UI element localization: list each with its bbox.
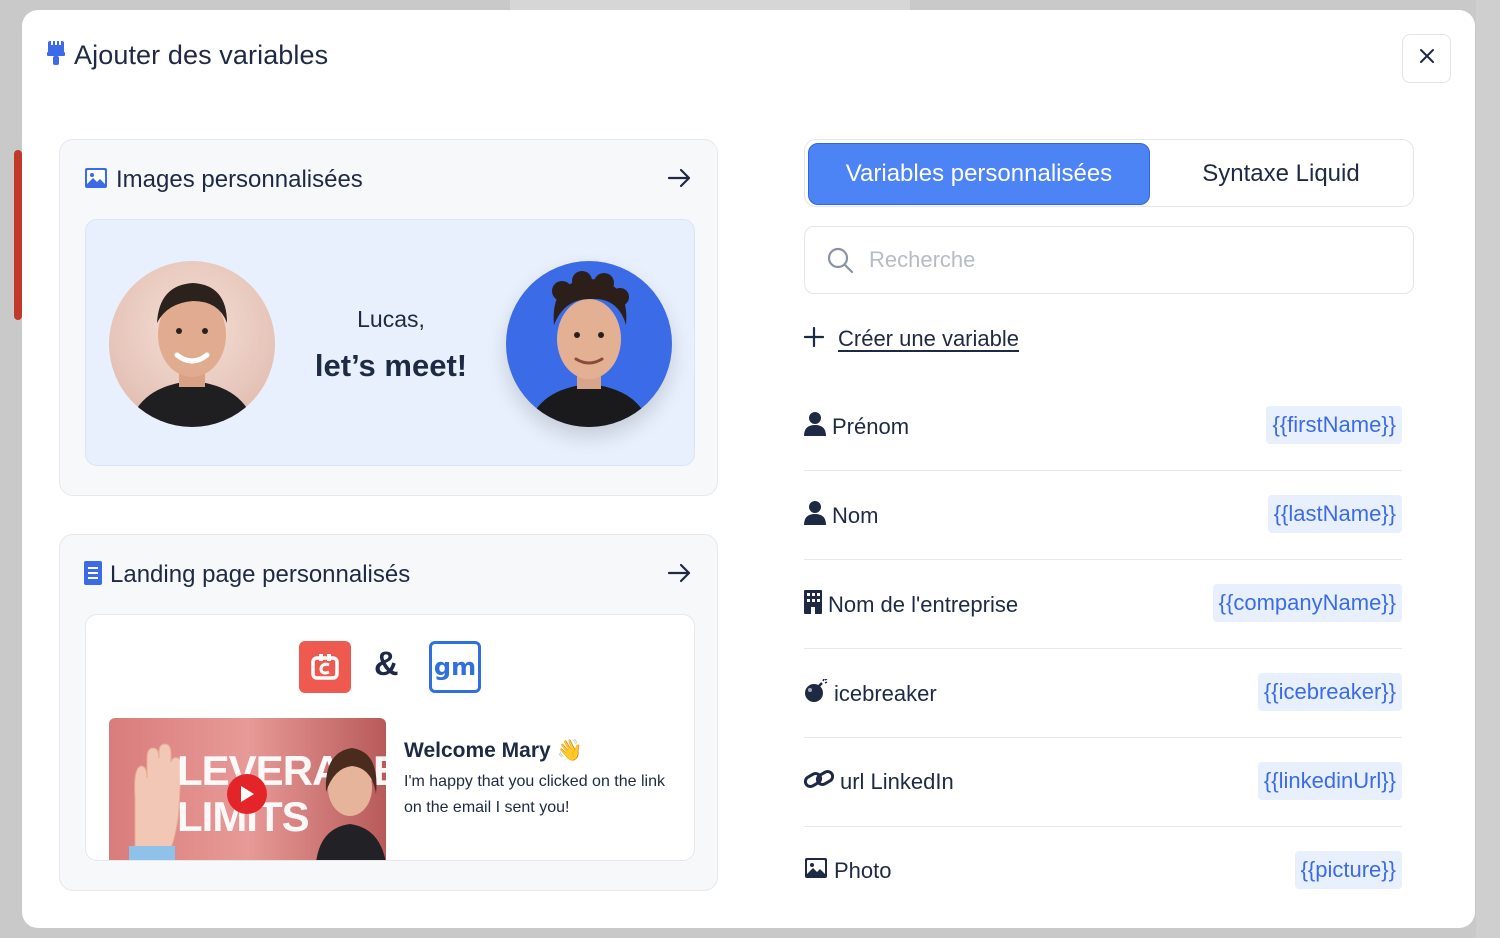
variable-info: Photo [804,857,892,884]
image-icon [84,167,108,194]
variable-tag[interactable]: {{linkedinUrl}} [1257,762,1402,800]
close-button[interactable] [1402,34,1451,83]
ampersand: & [374,645,399,683]
variable-label: Prénom [832,413,910,439]
variable-tag[interactable]: {{companyName}} [1212,584,1402,622]
variable-tabs: Variables personnalisées Syntaxe Liquid [804,139,1414,207]
variable-label: Nom [832,502,879,528]
card-title: Landing page personnalisés [110,561,411,588]
search-box [804,226,1414,294]
custom-landing-card[interactable]: Landing page personnalisés & gm LEVERAGE… [59,534,718,891]
document-icon [84,560,102,590]
variables-list: Prénom {{firstName}} Nom {{lastName}} No… [803,382,1402,916]
modal-header: Ajouter des variables [46,40,328,71]
add-variables-modal: Ajouter des variables Images personnalis… [22,10,1475,928]
background-accent [14,150,22,320]
search-icon [827,247,855,280]
arrow-right-icon[interactable] [667,166,693,195]
card-title: Images personnalisées [116,166,363,193]
variable-label: Nom de l'entreprise [828,591,1019,617]
play-icon[interactable] [227,774,267,814]
landing-preview: & gm LEVERAGE LIMITS Welcome Mary 👋 I'm … [85,614,695,861]
link-icon [803,768,835,795]
brand-logo [299,641,351,693]
video-thumbnail: LEVERAGE LIMITS [109,718,386,860]
card-header: Images personnalisées [84,164,693,196]
list-item[interactable]: Photo {{picture}} [804,827,1402,916]
avatar [506,261,672,427]
list-item[interactable]: Nom de l'entreprise {{companyName}} [804,560,1402,649]
modal-title: Ajouter des variables [74,40,329,70]
greeting-name: Lucas, [357,306,425,332]
variable-info: icebreaker [804,678,937,708]
greeting-message: let’s meet! [314,348,468,383]
custom-images-card[interactable]: Images personnalisées Lucas, let’s meet! [59,139,718,496]
partner-logo: gm [429,641,481,693]
variable-label: url LinkedIn [840,768,954,794]
welcome-title: Welcome Mary 👋 [404,739,583,762]
tab-liquid-syntax[interactable]: Syntaxe Liquid [1151,143,1411,205]
building-icon [804,590,822,619]
bomb-icon [804,678,828,708]
variable-info: Nom de l'entreprise [804,590,1018,619]
brush-icon [46,40,66,71]
background-panel [1476,0,1500,938]
card-header: Landing page personnalisés [84,559,693,591]
background-toolbar [510,0,910,10]
list-item[interactable]: Nom {{lastName}} [804,471,1402,560]
plus-icon [803,326,825,352]
variable-label: Photo [834,857,892,883]
tab-custom-variables[interactable]: Variables personnalisées [808,143,1150,205]
arrow-right-icon[interactable] [667,561,693,590]
variable-tag[interactable]: {{firstName}} [1266,406,1402,444]
user-icon [804,501,826,530]
variable-label: icebreaker [834,680,937,706]
avatar [109,261,275,427]
variable-tag[interactable]: {{icebreaker}} [1257,673,1402,711]
list-item[interactable]: Prénom {{firstName}} [804,382,1402,471]
list-item[interactable]: url LinkedIn {{linkedinUrl}} [803,738,1402,827]
list-item[interactable]: icebreaker {{icebreaker}} [804,649,1402,738]
image-preview: Lucas, let’s meet! [85,219,695,466]
welcome-text: I'm happy that you clicked on the link o… [404,773,665,816]
user-icon [804,412,826,441]
variable-tag[interactable]: {{lastName}} [1267,495,1402,533]
image-icon [804,857,828,884]
close-icon [1419,48,1435,69]
variable-info: url LinkedIn [803,768,954,795]
variable-info: Nom [804,501,878,530]
create-variable-link[interactable]: Créer une variable [803,326,1019,352]
search-input[interactable] [869,227,1389,293]
variable-info: Prénom [804,412,909,441]
create-variable-label: Créer une variable [838,326,1019,351]
variable-tag[interactable]: {{picture}} [1294,851,1402,889]
